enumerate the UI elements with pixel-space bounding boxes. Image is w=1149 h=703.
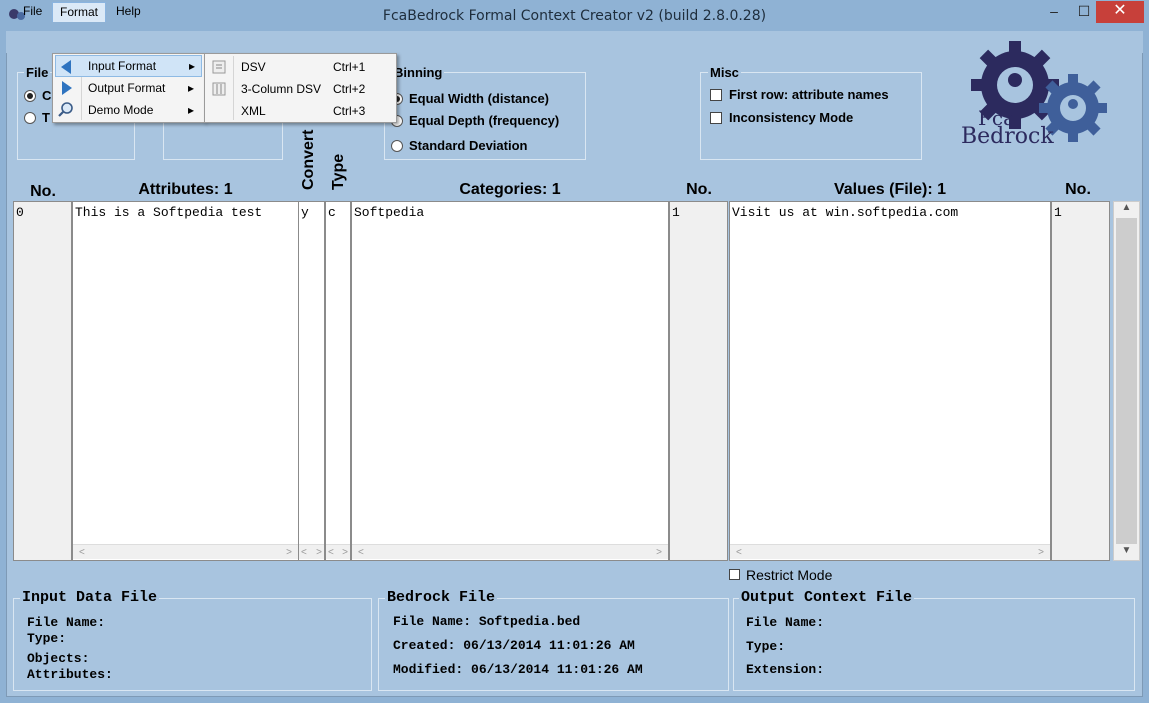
no-3-cell: 1	[1054, 205, 1062, 220]
binning-std-dev-radio[interactable]	[391, 140, 403, 152]
input-data-file-label: Input Data File	[20, 589, 160, 606]
categories-area[interactable]: Softpedia	[351, 201, 669, 561]
menu-3-column-dsv-shortcut: Ctrl+2	[333, 82, 366, 96]
output-context-file-label: Output Context File	[739, 589, 915, 606]
attributes-hscroll[interactable]: < >	[73, 544, 298, 559]
scroll-thumb[interactable]	[1116, 218, 1137, 544]
input-attributes-label: Attributes:	[27, 667, 113, 682]
menu-output-format-label: Output Format	[88, 81, 166, 95]
menu-demo-mode[interactable]: Demo Mode ▸	[55, 99, 202, 121]
column-header-no-3: No.	[1065, 181, 1091, 198]
bedrock-created: Created: 06/13/2014 11:01:26 AM	[393, 638, 635, 653]
magnifier-icon	[58, 102, 73, 117]
categories-hscroll[interactable]: < >	[352, 544, 668, 559]
menu-3-column-dsv-label: 3-Column DSV	[241, 82, 322, 96]
output-file-name-label: File Name:	[746, 615, 825, 630]
inconsistency-label: Inconsistency Mode	[729, 110, 854, 125]
convert-hscroll[interactable]: < >	[299, 544, 324, 559]
file-option-1-radio[interactable]	[24, 90, 36, 102]
menu-help[interactable]: Help	[109, 2, 148, 22]
binning-equal-depth-label: Equal Depth (frequency)	[409, 113, 560, 128]
bedrock-file-label: Bedrock File	[385, 589, 498, 606]
menu-format[interactable]: Format	[52, 2, 107, 22]
menu-xml-label: XML	[241, 104, 266, 118]
columns-file-icon	[212, 82, 226, 96]
menu-demo-mode-label: Demo Mode	[88, 103, 154, 117]
menu-input-format[interactable]: Input Format ▸	[55, 55, 202, 77]
no-cell: 0	[16, 205, 24, 220]
binning-label: Binning	[392, 65, 445, 80]
column-header-attributes: Attributes: 1	[138, 181, 233, 198]
menu-xml[interactable]: XML Ctrl+3	[207, 100, 394, 122]
menu-input-format-label: Input Format	[88, 59, 157, 73]
convert-cell: y	[301, 205, 309, 220]
input-type-label: Type:	[27, 631, 67, 646]
format-dropdown: Input Format ▸ Output Format ▸ Demo Mode…	[52, 53, 205, 123]
no-3-area[interactable]: 1	[1051, 201, 1110, 561]
window-title: FcaBedrock Formal Context Creator v2 (bu…	[382, 8, 767, 24]
maximize-button[interactable]: ☐	[1070, 1, 1098, 23]
bedrock-modified: Modified: 06/13/2014 11:01:26 AM	[393, 662, 643, 677]
file-option-2-radio[interactable]	[24, 112, 36, 124]
attribute-cell: This is a Softpedia test	[75, 205, 263, 220]
column-header-no-2: No.	[686, 181, 712, 198]
column-header-values: Values (File): 1	[833, 181, 947, 198]
arrow-right-icon	[62, 81, 72, 95]
input-format-submenu: DSV Ctrl+1 3-Column DSV Ctrl+2 XML Ctrl+…	[204, 53, 397, 123]
minimize-button[interactable]: –	[1040, 1, 1068, 23]
menu-dsv-shortcut: Ctrl+1	[333, 60, 366, 74]
column-header-no: No.	[30, 183, 56, 200]
attributes-area[interactable]: This is a Softpedia test	[72, 201, 299, 561]
type-area[interactable]: c	[325, 201, 351, 561]
binning-std-dev-label: Standard Deviation	[409, 138, 528, 153]
arrow-left-icon	[61, 60, 71, 74]
file-option-2-label: T	[42, 110, 50, 125]
inconsistency-checkbox[interactable]	[710, 112, 722, 124]
bedrock-file-name: File Name: Softpedia.bed	[393, 614, 581, 629]
file-option-1-label: C	[42, 88, 52, 103]
submenu-arrow-icon: ▸	[189, 59, 196, 73]
no-2-cell: 1	[672, 205, 680, 220]
dsv-file-icon	[212, 60, 226, 74]
column-header-type: Type	[330, 153, 347, 190]
first-row-checkbox[interactable]	[710, 89, 722, 101]
input-objects-label: Objects:	[27, 651, 90, 666]
binning-equal-width-label: Equal Width (distance)	[409, 91, 549, 106]
no-2-area[interactable]: 1	[669, 201, 728, 561]
no-column-area[interactable]: 0	[13, 201, 72, 561]
misc-label: Misc	[708, 65, 741, 80]
menu-dsv[interactable]: DSV Ctrl+1	[207, 56, 394, 78]
restrict-mode-label: Restrict Mode	[746, 567, 833, 583]
restrict-mode-checkbox[interactable]	[729, 569, 740, 580]
menu-xml-shortcut: Ctrl+3	[333, 104, 366, 118]
menu-file[interactable]: File	[16, 2, 49, 22]
menu-dsv-label: DSV	[241, 60, 266, 74]
type-cell: c	[328, 205, 336, 220]
output-type-label: Type:	[746, 639, 786, 654]
output-context-file-group	[733, 598, 1135, 691]
first-row-label: First row: attribute names	[729, 87, 889, 102]
values-area[interactable]: Visit us at win.softpedia.com	[729, 201, 1051, 561]
input-file-name-label: File Name:	[27, 615, 106, 630]
value-cell: Visit us at win.softpedia.com	[732, 205, 959, 220]
menu-output-format[interactable]: Output Format ▸	[55, 77, 202, 99]
convert-area[interactable]: y	[298, 201, 325, 561]
submenu-arrow-icon: ▸	[188, 81, 195, 95]
file-group-label: File	[24, 65, 51, 80]
column-header-categories: Categories: 1	[459, 181, 561, 198]
menu-3-column-dsv[interactable]: 3-Column DSV Ctrl+2	[207, 78, 394, 100]
scroll-up-icon[interactable]: ▲	[1114, 202, 1139, 218]
type-hscroll[interactable]: < >	[326, 544, 350, 559]
close-button[interactable]: ✕	[1096, 1, 1144, 23]
output-extension-label: Extension:	[746, 662, 825, 677]
logo-text-bedrock: Bedrock	[961, 124, 1054, 149]
submenu-arrow-icon: ▸	[188, 103, 195, 117]
values-hscroll[interactable]: < >	[730, 544, 1050, 559]
scroll-down-icon[interactable]: ▼	[1114, 545, 1139, 561]
category-cell: Softpedia	[354, 205, 425, 220]
